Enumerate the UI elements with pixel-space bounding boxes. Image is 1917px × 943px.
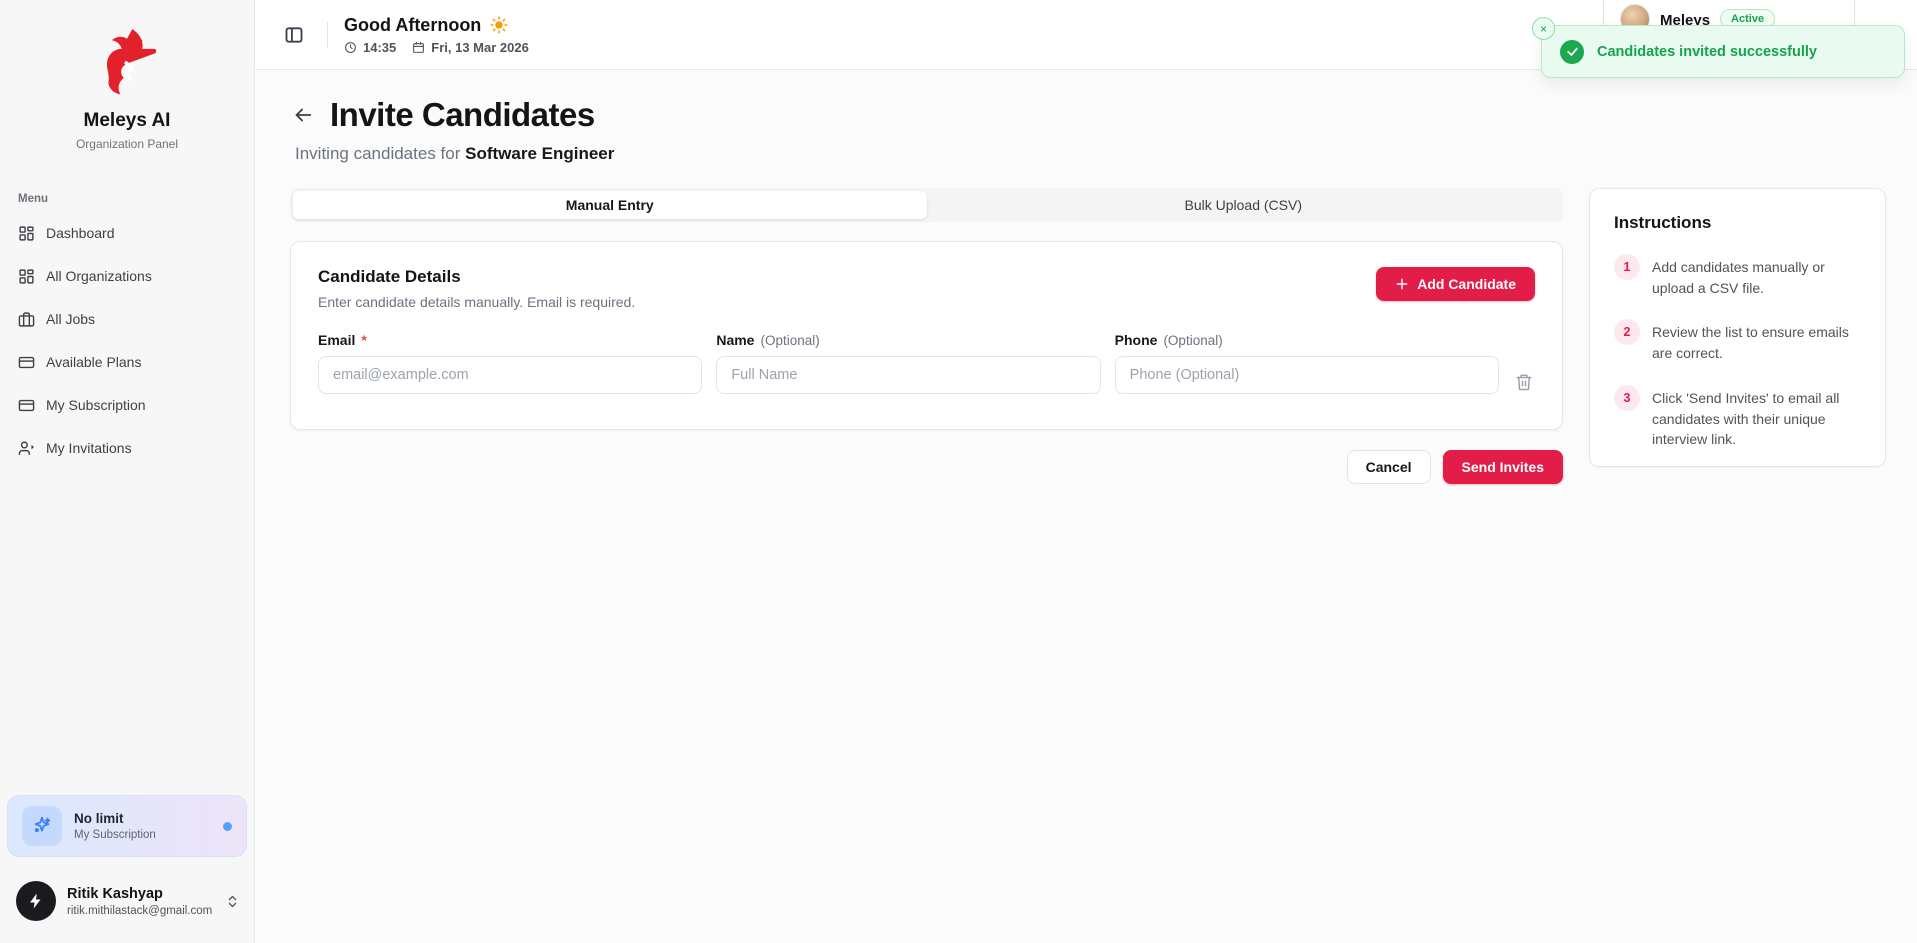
step-text: Review the list to ensure emails are cor… <box>1652 319 1861 363</box>
sidebar-item-all-jobs[interactable]: All Jobs <box>8 301 246 337</box>
subscription-limit-subtitle: My Subscription <box>74 829 156 841</box>
success-toast: × Candidates invited successfully <box>1541 25 1905 78</box>
sidebar-nav: Dashboard All Organizations All Jobs Ava… <box>0 215 254 466</box>
brand-subtitle: Organization Panel <box>76 137 178 151</box>
phone-field-group: Phone (Optional) <box>1115 332 1499 394</box>
user-name: Ritik Kashyap <box>67 886 212 902</box>
entry-mode-tabs: Manual Entry Bulk Upload (CSV) <box>290 188 1563 222</box>
main-area: Good Afternoon 14:35 Fri, 13 Mar 2026 <box>255 0 1917 943</box>
check-circle-icon <box>1560 40 1584 64</box>
add-candidate-label: Add Candidate <box>1417 276 1516 292</box>
step-text: Add candidates manually or upload a CSV … <box>1652 254 1861 298</box>
user-email: ritik.mithilastack@gmail.com <box>67 905 212 917</box>
sidebar-item-label: Dashboard <box>46 225 115 241</box>
form-column: Manual Entry Bulk Upload (CSV) Candidate… <box>290 188 1563 484</box>
sidebar-item-all-organizations[interactable]: All Organizations <box>8 258 246 294</box>
email-label: Email <box>318 332 355 348</box>
user-identity: Ritik Kashyap ritik.mithilastack@gmail.c… <box>67 886 212 917</box>
subscription-limit-text: No limit My Subscription <box>74 811 156 841</box>
delete-row-button[interactable] <box>1513 371 1535 393</box>
sidebar-spacer <box>0 466 254 795</box>
send-invites-button[interactable]: Send Invites <box>1443 450 1563 484</box>
page-subtitle-job: Software Engineer <box>465 144 614 163</box>
sun-icon <box>490 16 508 34</box>
credit-card-icon <box>18 354 35 371</box>
user-menu[interactable]: Ritik Kashyap ritik.mithilastack@gmail.c… <box>0 871 254 943</box>
toast-message: Candidates invited successfully <box>1597 44 1817 60</box>
avatar <box>16 881 56 921</box>
plus-icon <box>1395 277 1409 291</box>
calendar-icon <box>412 41 425 54</box>
sidebar-item-label: All Jobs <box>46 311 95 327</box>
name-field-group: Name (Optional) <box>716 332 1100 394</box>
tab-bulk-upload-csv[interactable]: Bulk Upload (CSV) <box>927 191 1561 219</box>
page-content: Invite Candidates Inviting candidates fo… <box>255 70 1917 484</box>
menu-section-label: Menu <box>18 193 254 205</box>
status-dot <box>223 822 232 831</box>
add-candidate-button[interactable]: Add Candidate <box>1376 267 1535 301</box>
subscription-limit-card[interactable]: No limit My Subscription <box>7 795 247 857</box>
chevrons-up-down-icon <box>225 894 240 909</box>
form-actions: Cancel Send Invites <box>290 450 1563 484</box>
clock-icon <box>344 41 357 54</box>
header-time: 14:35 <box>363 40 396 55</box>
instruction-step: 1 Add candidates manually or upload a CS… <box>1614 254 1861 298</box>
cancel-button[interactable]: Cancel <box>1347 450 1431 484</box>
sidebar-toggle-button[interactable] <box>277 18 311 52</box>
instruction-step: 3 Click 'Send Invites' to email all cand… <box>1614 385 1861 450</box>
sidebar-item-my-invitations[interactable]: My Invitations <box>8 430 246 466</box>
name-label: Name <box>716 332 754 348</box>
sidebar: Meleys AI Organization Panel Menu Dashbo… <box>0 0 255 943</box>
name-field[interactable] <box>716 356 1100 394</box>
dragon-logo-icon <box>94 26 160 102</box>
sidebar-item-dashboard[interactable]: Dashboard <box>8 215 246 251</box>
sidebar-item-available-plans[interactable]: Available Plans <box>8 344 246 380</box>
email-field-group: Email * <box>318 332 702 394</box>
organizations-grid-icon <box>18 268 35 285</box>
users-icon <box>18 440 35 457</box>
greeting-block: Good Afternoon 14:35 Fri, 13 Mar 2026 <box>344 15 529 55</box>
name-optional-mark: (Optional) <box>760 333 819 348</box>
subscription-limit-title: No limit <box>74 811 156 826</box>
phone-label: Phone <box>1115 332 1158 348</box>
card-heading: Candidate Details Enter candidate detail… <box>318 267 635 310</box>
instruction-step: 2 Review the list to ensure emails are c… <box>1614 319 1861 363</box>
header-divider <box>327 22 328 48</box>
dashboard-grid-icon <box>18 225 35 242</box>
step-number-badge: 3 <box>1614 385 1640 411</box>
required-asterisk: * <box>361 332 366 348</box>
greeting-text: Good Afternoon <box>344 15 481 36</box>
tab-manual-entry[interactable]: Manual Entry <box>293 191 927 219</box>
candidate-details-card: Candidate Details Enter candidate detail… <box>290 241 1563 430</box>
sparkles-icon <box>22 806 62 846</box>
trash-icon <box>1515 373 1533 391</box>
step-number-badge: 2 <box>1614 319 1640 345</box>
credit-card-icon <box>18 397 35 414</box>
briefcase-icon <box>18 311 35 328</box>
instructions-column: Instructions 1 Add candidates manually o… <box>1589 188 1886 467</box>
sidebar-item-label: All Organizations <box>46 268 152 284</box>
phone-field[interactable] <box>1115 356 1499 394</box>
brand-name: Meleys AI <box>84 110 171 132</box>
email-field[interactable] <box>318 356 702 394</box>
header-date: Fri, 13 Mar 2026 <box>431 40 529 55</box>
phone-optional-mark: (Optional) <box>1163 333 1222 348</box>
page-subtitle-prefix: Inviting candidates for <box>295 144 465 163</box>
back-button[interactable] <box>290 102 316 128</box>
page-title: Invite Candidates <box>330 96 595 134</box>
card-subtitle: Enter candidate details manually. Email … <box>318 294 635 310</box>
page-subtitle: Inviting candidates for Software Enginee… <box>295 144 1886 164</box>
brand: Meleys AI Organization Panel <box>0 0 254 151</box>
sidebar-item-label: My Subscription <box>46 397 146 413</box>
instructions-title: Instructions <box>1614 213 1861 233</box>
step-text: Click 'Send Invites' to email all candid… <box>1652 385 1861 450</box>
card-title: Candidate Details <box>318 267 635 287</box>
instructions-card: Instructions 1 Add candidates manually o… <box>1589 188 1886 467</box>
toast-close-button[interactable]: × <box>1532 17 1555 40</box>
sidebar-item-label: Available Plans <box>46 354 141 370</box>
sidebar-item-my-subscription[interactable]: My Subscription <box>8 387 246 423</box>
sidebar-item-label: My Invitations <box>46 440 132 456</box>
candidate-row: Email * Name (Optional) <box>318 332 1535 394</box>
step-number-badge: 1 <box>1614 254 1640 280</box>
